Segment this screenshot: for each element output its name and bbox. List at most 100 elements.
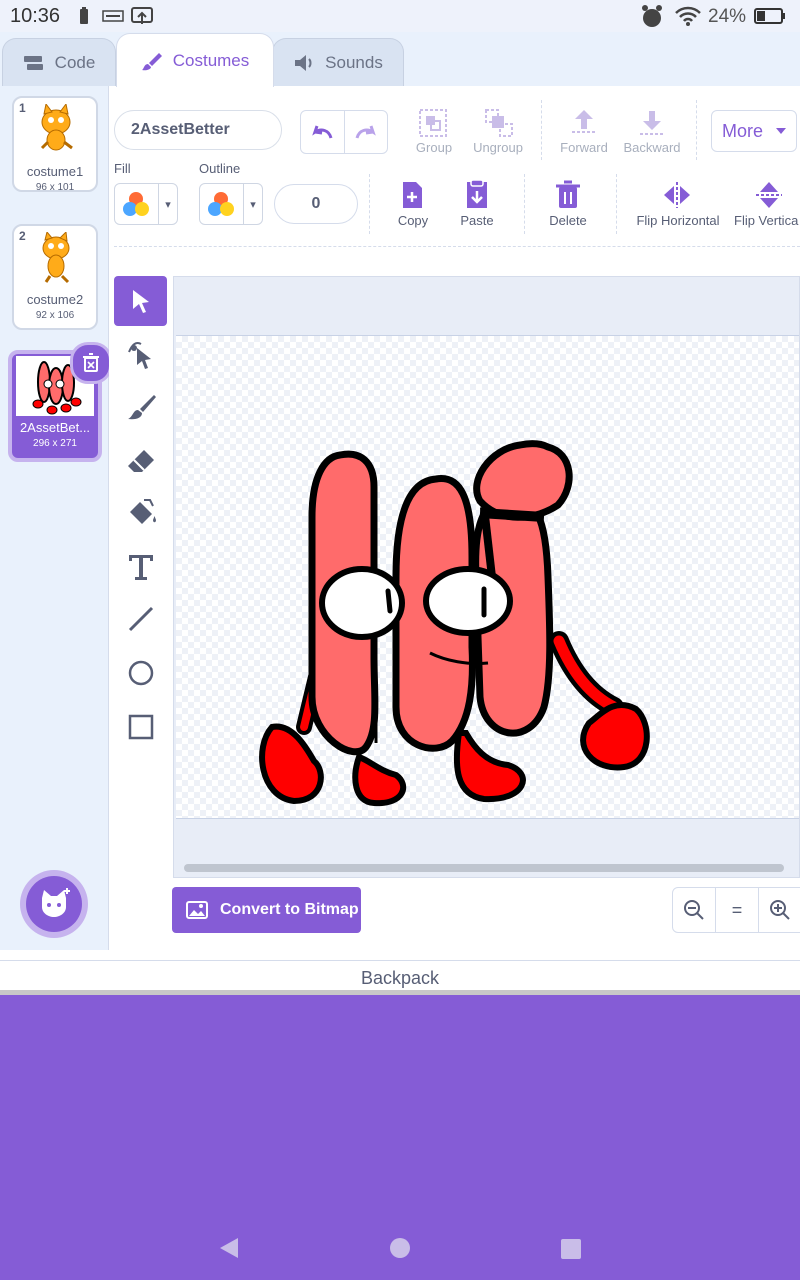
costume-name-input[interactable]: 2AssetBetter [114, 110, 282, 150]
delete-label: Delete [549, 213, 587, 228]
battery-percent: 24% [708, 6, 747, 27]
speaker-icon [295, 55, 312, 71]
circle-tool[interactable] [114, 648, 167, 698]
arrow-cursor-icon [132, 290, 149, 313]
costume-size: 92 x 106 [35, 310, 75, 321]
undo-button[interactable] [301, 111, 345, 153]
choose-costume-button[interactable] [20, 870, 88, 938]
cat-sprite-thumbnail [42, 232, 70, 284]
costume-size: 296 x 271 [33, 438, 77, 449]
copy-label: Copy [397, 213, 429, 228]
fill-color-picker[interactable]: ▾ [114, 183, 178, 225]
battery-saver-icon [80, 7, 88, 24]
flip-vertical-icon[interactable] [754, 180, 784, 210]
reshape-icon [127, 342, 151, 369]
rectangle-tool[interactable] [114, 702, 167, 752]
more-menu-button[interactable]: More [711, 110, 797, 152]
outline-width-input[interactable]: 0 [274, 184, 358, 224]
recents-nav-icon[interactable] [560, 1238, 582, 1260]
backpack-area [0, 995, 800, 1280]
chevron-down-icon: ▾ [158, 184, 177, 224]
costume-name: costume2 [26, 292, 84, 307]
tab-label: Sounds [325, 53, 383, 72]
flip-vertical-label: Flip Vertica [734, 213, 799, 228]
redo-button[interactable] [345, 111, 388, 153]
copy-icon[interactable] [400, 180, 426, 210]
tab-sounds[interactable]: Sounds [272, 38, 404, 87]
ungroup-label: Ungroup [473, 140, 523, 155]
toolbar-divider [524, 174, 526, 234]
brush-icon [127, 395, 156, 420]
chevron-down-icon: ▾ [243, 184, 262, 224]
costume-tile-2[interactable]: 2 costume2 92 x 106 [12, 224, 98, 330]
line-icon [128, 606, 153, 632]
fill-label: Fill [114, 161, 131, 176]
outline-color-picker[interactable]: ▾ [199, 183, 263, 225]
select-tool[interactable] [114, 276, 167, 326]
status-bar: 10:36 24% [0, 0, 800, 32]
rectangle-icon [128, 714, 153, 740]
eraser-icon [127, 450, 154, 472]
zoom-in-button[interactable] [759, 888, 800, 932]
backward-label: Backward [623, 140, 681, 155]
more-label: More [722, 120, 764, 141]
zoom-out-button[interactable] [673, 888, 716, 932]
drawing-canvas[interactable] [173, 276, 800, 878]
cast-icon [131, 7, 153, 24]
zoom-reset-button[interactable]: = [716, 888, 759, 932]
delete-icon[interactable] [555, 180, 581, 210]
reshape-tool[interactable] [114, 330, 167, 380]
paint-bucket-icon [129, 499, 156, 524]
zoom-controls: = [672, 887, 800, 933]
line-tool[interactable] [114, 594, 167, 644]
circle-icon [128, 660, 153, 686]
back-nav-icon[interactable] [218, 1236, 240, 1260]
costume-number: 1 [19, 101, 26, 115]
toolbar-divider [541, 100, 543, 160]
convert-to-bitmap-button[interactable]: Convert to Bitmap [172, 887, 361, 933]
undo-redo-group [300, 110, 388, 154]
backpack-bar[interactable]: Backpack [0, 960, 800, 991]
redo-icon [355, 125, 376, 139]
undo-icon [312, 125, 333, 139]
costume-name: costume1 [26, 164, 84, 179]
costume-number: 2 [19, 229, 26, 243]
convert-label: Convert to Bitmap [220, 901, 359, 918]
tab-label: Code [54, 53, 96, 72]
forward-icon[interactable] [570, 108, 598, 138]
eraser-tool[interactable] [114, 436, 167, 486]
fill-tool[interactable] [114, 488, 167, 538]
costume-name: 2AssetBet... [19, 420, 91, 435]
cat-sprite-thumbnail [40, 104, 73, 151]
tab-costumes[interactable]: Costumes [116, 33, 274, 87]
code-blocks-icon [23, 56, 43, 70]
battery-icon [754, 8, 785, 24]
flip-horizontal-icon[interactable] [662, 180, 692, 210]
costume-tile-1[interactable]: 1 costume1 96 x 101 [12, 96, 98, 193]
paintbrush-icon [141, 52, 162, 70]
paste-icon[interactable] [464, 180, 490, 210]
letter-h-character-drawing[interactable] [174, 277, 800, 878]
toolbar-divider [616, 174, 618, 234]
horizontal-scrollbar[interactable] [184, 864, 784, 872]
image-icon [186, 901, 208, 919]
ungroup-icon[interactable] [484, 108, 514, 138]
forward-label: Forward [560, 140, 608, 155]
notification-icon [102, 10, 124, 22]
brush-tool[interactable] [114, 382, 167, 432]
chevron-down-icon [776, 128, 787, 134]
multicolor-swatch-icon [208, 192, 234, 216]
trash-icon [83, 353, 99, 372]
tab-code[interactable]: Code [2, 38, 116, 87]
paste-label: Paste [460, 213, 494, 228]
flip-horizontal-label: Flip Horizontal [636, 213, 720, 228]
backward-icon[interactable] [638, 108, 666, 138]
text-tool[interactable] [114, 542, 167, 592]
costume-list: 1 costume1 96 x 101 2 costume2 92 x 106 … [0, 86, 112, 950]
group-icon[interactable] [418, 108, 448, 138]
zoom-in-icon [770, 900, 790, 920]
home-nav-icon[interactable] [389, 1237, 411, 1259]
toolbar-bottom-divider [114, 246, 800, 247]
clock: 10:36 [10, 5, 61, 27]
delete-costume-button[interactable] [70, 342, 112, 384]
